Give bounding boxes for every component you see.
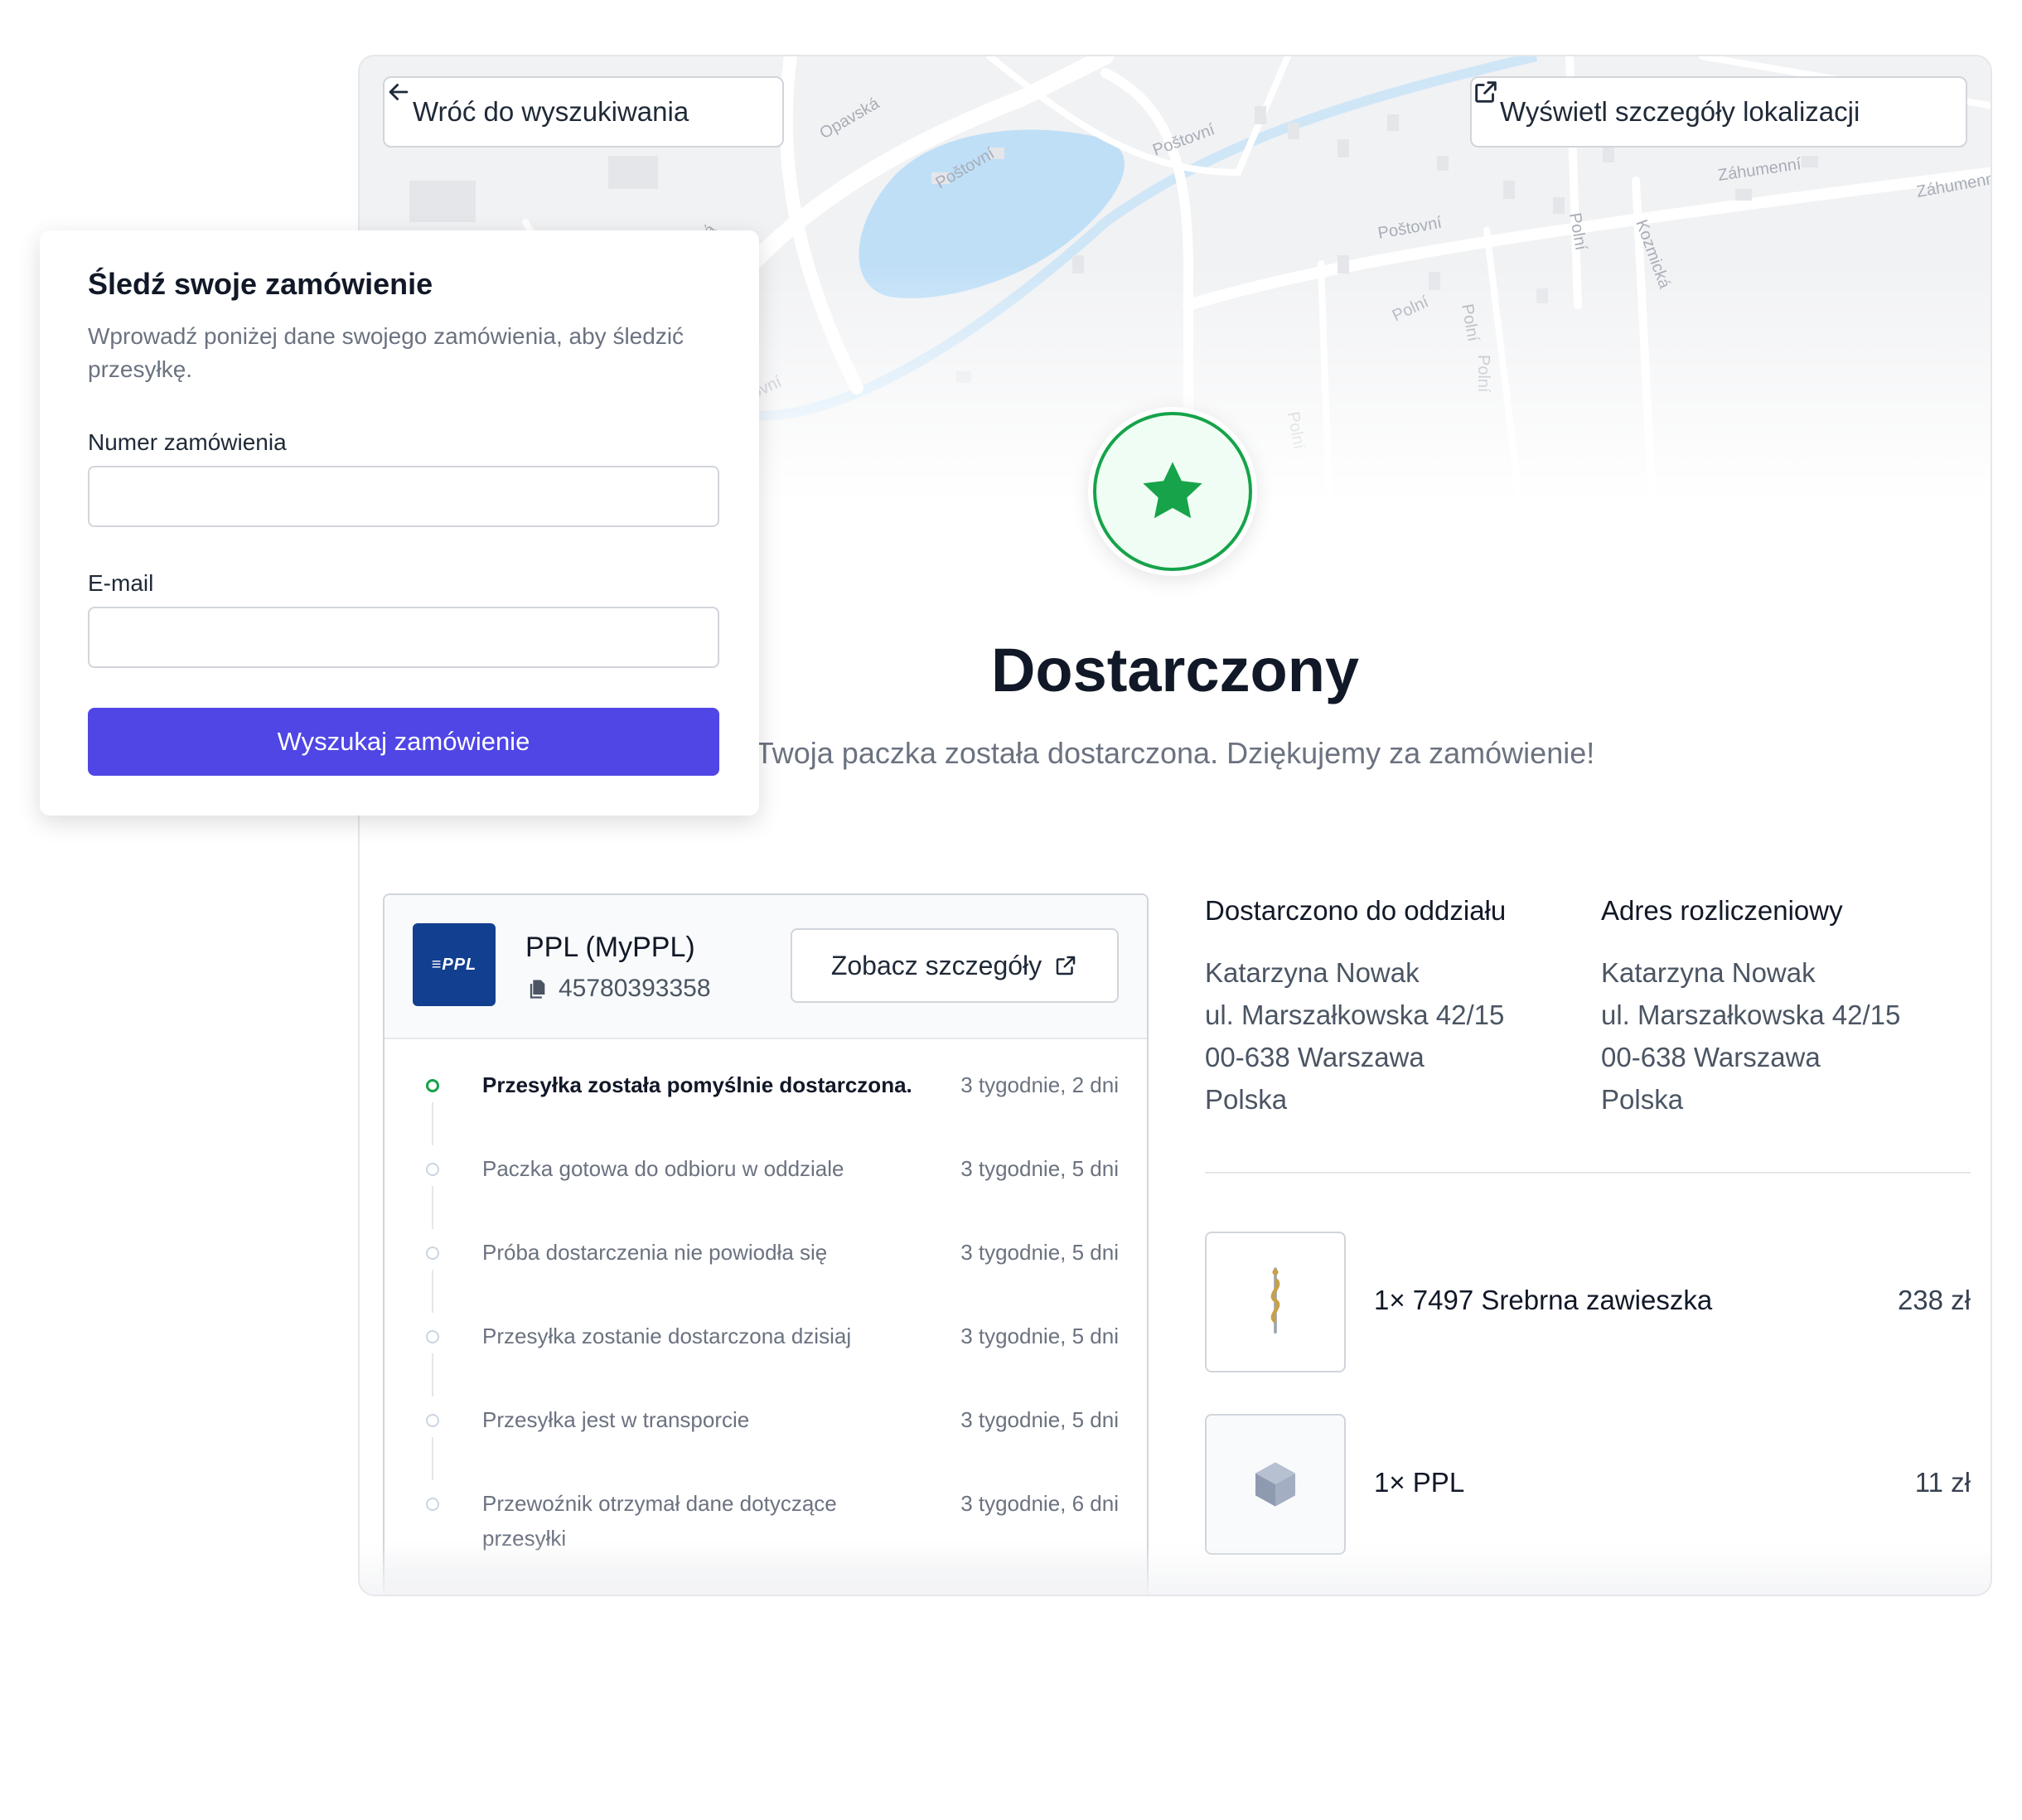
billing-address: Adres rozliczeniowy Katarzyna Nowak ul. … <box>1601 895 1900 1121</box>
back-to-search-button[interactable]: Wróć do wyszukiwania <box>383 76 784 148</box>
arrow-left-icon <box>385 78 413 106</box>
address-line: 00-638 Warszawa <box>1205 1036 1506 1078</box>
email-input[interactable] <box>88 607 719 668</box>
timeline-dot <box>426 1163 439 1176</box>
tracking-number-value: 45780393358 <box>559 975 711 1003</box>
timeline-event-time: 3 tygodnie, 2 dni <box>960 1067 1119 1102</box>
address-line: 00-638 Warszawa <box>1601 1036 1900 1078</box>
view-details-label: Zobacz szczegóły <box>831 951 1042 981</box>
item-price: 238 zł <box>1898 1285 1971 1316</box>
pendant-image <box>1259 1265 1292 1339</box>
product-thumbnail[interactable] <box>1205 1232 1346 1372</box>
billing-address-title: Adres rozliczeniowy <box>1601 895 1900 927</box>
item-name: 1× 7497 Srebrna zawieszka <box>1374 1285 1712 1316</box>
address-line: Polska <box>1601 1078 1900 1121</box>
shipping-address-lines: Katarzyna Nowak ul. Marszałkowska 42/15 … <box>1205 951 1506 1121</box>
location-details-button[interactable]: Wyświetl szczegóły lokalizacji <box>1470 76 1967 148</box>
timeline-dot-active <box>426 1079 439 1092</box>
external-link-icon <box>1472 78 1500 106</box>
carrier-name: PPL (MyPPL) <box>525 932 695 964</box>
timeline-event-time: 3 tygodnie, 5 dni <box>960 1235 1119 1270</box>
copy-icon[interactable] <box>525 977 549 1000</box>
timeline-connector <box>432 1437 433 1480</box>
address-line: Polska <box>1205 1078 1506 1121</box>
timeline-connector <box>432 1186 433 1229</box>
product-thumbnail[interactable] <box>1205 1414 1346 1555</box>
back-to-search-label: Wróć do wyszukiwania <box>413 96 689 128</box>
order-number-label: Numer zamówienia <box>88 429 287 456</box>
timeline-connector <box>432 1270 433 1313</box>
shipping-address-title: Dostarczono do oddziału <box>1205 895 1506 927</box>
order-number-input[interactable] <box>88 466 719 527</box>
timeline-event-text: Przesyłka została pomyślnie dostarczona. <box>482 1067 913 1102</box>
view-details-button[interactable]: Zobacz szczegóły <box>791 928 1119 1003</box>
timeline-dot <box>426 1498 439 1511</box>
timeline-connector <box>432 1353 433 1396</box>
timeline-event-time: 3 tygodnie, 5 dni <box>960 1319 1119 1353</box>
status-icon-badge <box>1088 407 1257 576</box>
panel-fade <box>360 1545 1991 1595</box>
external-link-icon <box>1053 953 1078 978</box>
timeline-event-time: 3 tygodnie, 6 dni <box>960 1486 1119 1521</box>
address-line: Katarzyna Nowak <box>1601 951 1900 994</box>
timeline-dot <box>426 1414 439 1427</box>
address-line: ul. Marszałkowska 42/15 <box>1601 994 1900 1036</box>
search-order-button[interactable]: Wyszukaj zamówienie <box>88 708 719 776</box>
carrier-header: ≡PPL PPL (MyPPL) 45780393358 Zobacz szcz… <box>385 895 1147 1039</box>
address-line: ul. Marszałkowska 42/15 <box>1205 994 1506 1036</box>
timeline-dot <box>426 1330 439 1343</box>
tracking-number[interactable]: 45780393358 <box>525 975 711 1003</box>
form-description: Wprowadź poniżej dane swojego zamówienia… <box>88 320 734 386</box>
timeline-event-time: 3 tygodnie, 5 dni <box>960 1151 1119 1186</box>
form-title: Śledź swoje zamówienie <box>88 267 433 302</box>
star-icon <box>1135 454 1210 529</box>
timeline-event-text: Paczka gotowa do odbioru w oddziale <box>482 1151 913 1186</box>
track-order-form: Śledź swoje zamówienie Wprowadź poniżej … <box>40 230 759 816</box>
order-item: 1× PPL 11 zł <box>1205 1414 1971 1555</box>
timeline-event-text: Próba dostarczenia nie powiodła się <box>482 1235 913 1270</box>
timeline-event-text: Przesyłka zostanie dostarczona dzisiaj <box>482 1319 913 1353</box>
ppl-logo: ≡PPL <box>413 923 496 1006</box>
location-details-label: Wyświetl szczegóły lokalizacji <box>1500 96 1860 128</box>
shipping-address: Dostarczono do oddziału Katarzyna Nowak … <box>1205 895 1506 1121</box>
timeline-dot <box>426 1246 439 1260</box>
package-box-icon <box>1249 1458 1302 1511</box>
timeline-connector <box>432 1102 433 1145</box>
item-price: 11 zł <box>1915 1467 1971 1498</box>
order-item: 1× 7497 Srebrna zawieszka 238 zł <box>1205 1232 1971 1372</box>
timeline-event-time: 3 tygodnie, 5 dni <box>960 1402 1119 1437</box>
address-line: Katarzyna Nowak <box>1205 951 1506 994</box>
divider <box>1205 1172 1971 1174</box>
email-label: E-mail <box>88 570 153 597</box>
status-ring <box>1093 412 1252 571</box>
carrier-card: ≡PPL PPL (MyPPL) 45780393358 Zobacz szcz… <box>383 893 1149 1596</box>
timeline-event-text: Przesyłka jest w transporcie <box>482 1402 913 1437</box>
billing-address-lines: Katarzyna Nowak ul. Marszałkowska 42/15 … <box>1601 951 1900 1121</box>
item-name: 1× PPL <box>1374 1467 1464 1498</box>
